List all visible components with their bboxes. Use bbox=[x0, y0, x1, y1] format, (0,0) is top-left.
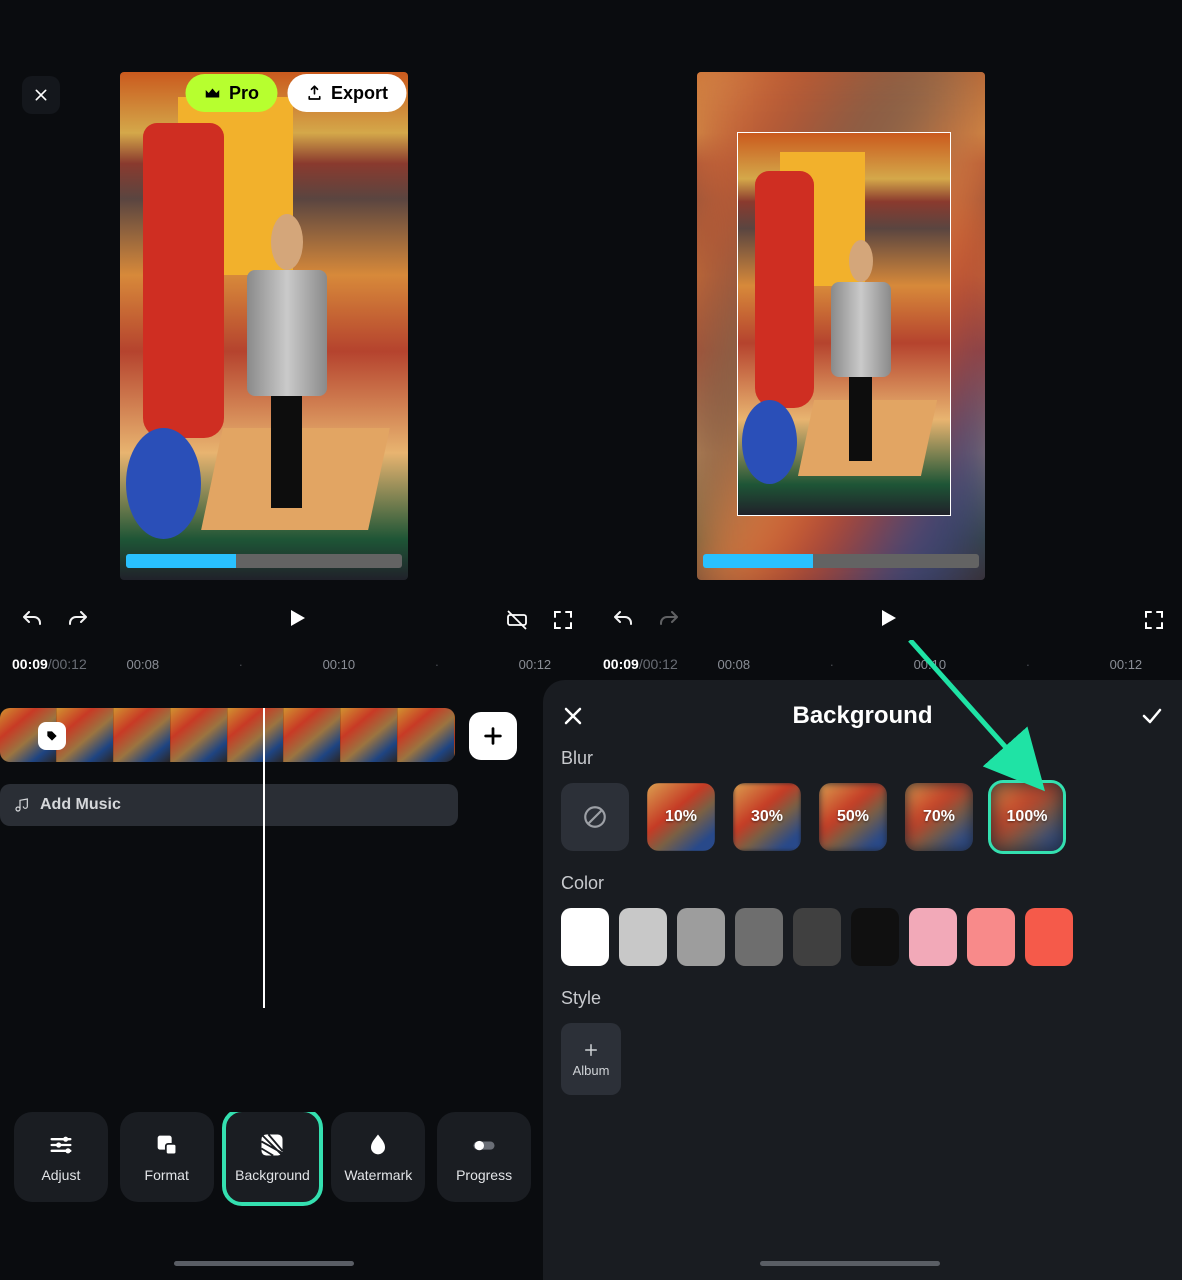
color-swatch-5[interactable] bbox=[851, 908, 899, 966]
color-swatch-6[interactable] bbox=[909, 908, 957, 966]
tool-adjust[interactable]: Adjust bbox=[14, 1112, 108, 1202]
tool-progress-label: Progress bbox=[456, 1167, 512, 1183]
export-button[interactable]: Export bbox=[287, 74, 406, 112]
album-button[interactable]: Album bbox=[561, 1023, 621, 1095]
tag-icon bbox=[45, 729, 59, 743]
home-indicator bbox=[174, 1261, 354, 1266]
tool-watermark-label: Watermark bbox=[344, 1167, 412, 1183]
redo-button-right[interactable] bbox=[655, 608, 683, 632]
redo-button[interactable] bbox=[64, 608, 92, 632]
plus-icon bbox=[482, 725, 504, 747]
progress-icon bbox=[470, 1131, 498, 1159]
blur-none[interactable] bbox=[561, 783, 629, 851]
fullscreen-button[interactable] bbox=[551, 608, 575, 632]
playhead[interactable] bbox=[263, 708, 265, 1008]
add-music-label: Add Music bbox=[40, 796, 121, 814]
color-swatch-4[interactable] bbox=[793, 908, 841, 966]
play-button[interactable] bbox=[284, 606, 308, 635]
play-button-right[interactable] bbox=[875, 606, 899, 635]
export-label: Export bbox=[331, 83, 388, 104]
color-swatch-3[interactable] bbox=[735, 908, 783, 966]
panel-close-button[interactable] bbox=[561, 704, 585, 728]
time-current-left: 00:09 bbox=[12, 656, 48, 672]
blur-10[interactable]: 10% bbox=[647, 783, 715, 851]
color-swatch-8[interactable] bbox=[1025, 908, 1073, 966]
color-swatch-1[interactable] bbox=[619, 908, 667, 966]
time-current-right: 00:09 bbox=[603, 656, 639, 672]
timeline-ticks-left: 00:08 · 00:10 · 00:12 bbox=[87, 657, 591, 672]
blur-100[interactable]: 100% bbox=[991, 783, 1063, 851]
time-total-left: /00:12 bbox=[48, 656, 87, 672]
fullscreen-button-right[interactable] bbox=[1142, 608, 1166, 632]
format-icon bbox=[153, 1131, 181, 1159]
export-icon bbox=[305, 84, 323, 102]
undo-button-right[interactable] bbox=[609, 608, 637, 632]
none-icon bbox=[582, 804, 608, 830]
blur-70[interactable]: 70% bbox=[905, 783, 973, 851]
time-total-right: /00:12 bbox=[639, 656, 678, 672]
album-label: Album bbox=[573, 1063, 610, 1078]
pro-label: Pro bbox=[229, 83, 259, 104]
color-swatch-2[interactable] bbox=[677, 908, 725, 966]
video-preview-left[interactable]: Description bbox=[120, 72, 408, 580]
pro-button[interactable]: Pro bbox=[185, 74, 277, 112]
tool-adjust-label: Adjust bbox=[41, 1167, 80, 1183]
background-panel: Background Blur 10% 30% 50% 70% 100% Col… bbox=[543, 680, 1182, 1280]
color-swatch-0[interactable] bbox=[561, 908, 609, 966]
clip-link-badge[interactable] bbox=[38, 722, 66, 750]
plus-icon bbox=[582, 1041, 600, 1059]
tool-format-label: Format bbox=[145, 1167, 189, 1183]
tool-watermark[interactable]: Watermark bbox=[331, 1112, 425, 1202]
crop-frame[interactable] bbox=[737, 132, 951, 516]
add-music-row[interactable]: Add Music bbox=[0, 784, 458, 826]
watermark-icon bbox=[364, 1131, 392, 1159]
home-indicator bbox=[760, 1261, 940, 1266]
play-icon bbox=[875, 606, 899, 630]
music-icon bbox=[14, 797, 30, 813]
blur-50[interactable]: 50% bbox=[819, 783, 887, 851]
adjust-icon bbox=[47, 1131, 75, 1159]
panel-title: Background bbox=[792, 702, 932, 730]
play-icon bbox=[284, 606, 308, 630]
color-swatch-7[interactable] bbox=[967, 908, 1015, 966]
crown-icon bbox=[203, 84, 221, 102]
close-icon bbox=[33, 87, 49, 103]
style-section-label: Style bbox=[561, 988, 1164, 1009]
panel-confirm-button[interactable] bbox=[1140, 704, 1164, 728]
tool-format[interactable]: Format bbox=[120, 1112, 214, 1202]
tool-background[interactable]: Background bbox=[226, 1112, 320, 1202]
hdr-off-icon[interactable] bbox=[505, 608, 529, 632]
tool-background-label: Background bbox=[235, 1167, 310, 1183]
timeline-clips[interactable] bbox=[0, 708, 455, 762]
timeline-ticks-right: 00:08 · 00:10 · 00:12 bbox=[678, 657, 1182, 672]
color-section-label: Color bbox=[561, 873, 1164, 894]
blur-30[interactable]: 30% bbox=[733, 783, 801, 851]
close-button[interactable] bbox=[22, 76, 60, 114]
blur-section-label: Blur bbox=[561, 748, 1164, 769]
undo-button[interactable] bbox=[18, 608, 46, 632]
video-preview-right[interactable]: Description bbox=[697, 72, 985, 580]
tool-progress[interactable]: Progress bbox=[437, 1112, 531, 1202]
background-icon bbox=[258, 1131, 286, 1159]
add-clip-button[interactable] bbox=[469, 712, 517, 760]
